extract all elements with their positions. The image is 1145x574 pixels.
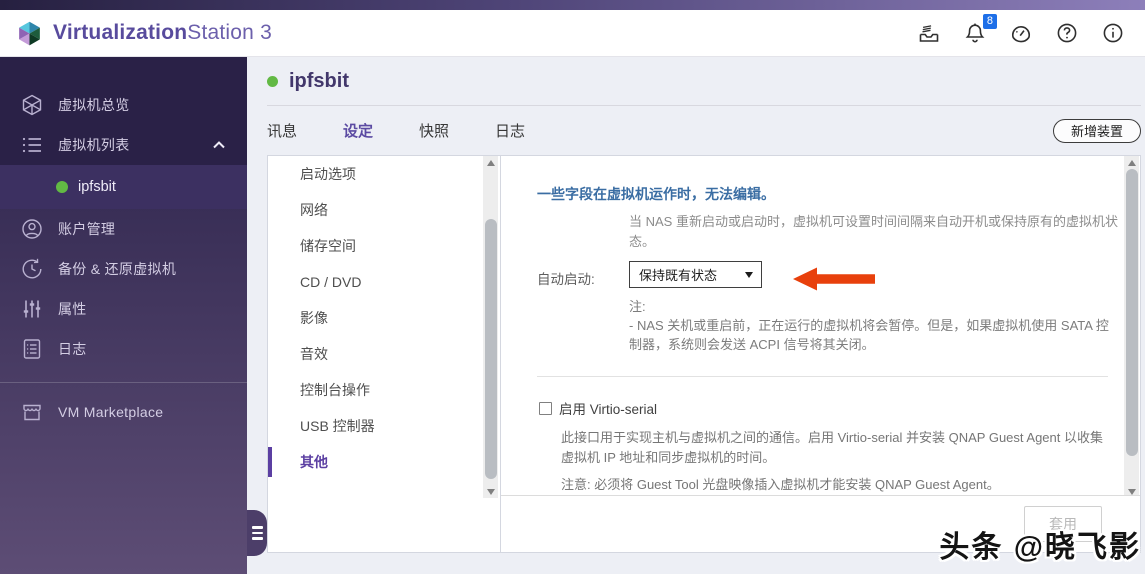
- app-header: VirtualizationStation 3 8: [0, 10, 1145, 57]
- notifications-bell-icon[interactable]: 8: [963, 14, 997, 45]
- settings-nav-panel: 启动选项 网络 储存空间 CD / DVD 影像 音效 控制台操作 USB 控制…: [267, 155, 500, 553]
- virtio-serial-label: 启用 Virtio-serial: [559, 402, 658, 417]
- properties-sliders-icon: [20, 297, 44, 321]
- qnap-cube-logo-icon: [16, 20, 43, 47]
- watermark-text: 头条 @晓飞影: [939, 531, 1141, 564]
- autostart-dropdown-value: 保持既有状态: [639, 268, 718, 283]
- settings-content-panel: 一些字段在虚拟机运作时，无法编辑。 当 NAS 重新启动或启动时，虚拟机可设置时…: [500, 155, 1141, 553]
- help-icon[interactable]: [1055, 21, 1079, 45]
- settings-nav-boot-options[interactable]: 启动选项: [268, 156, 500, 192]
- sidebar-item-label: 账户管理: [58, 221, 116, 237]
- backup-restore-clock-icon: [20, 257, 44, 281]
- header-icon-group: 8: [917, 14, 1125, 45]
- tab-settings[interactable]: 设定: [343, 120, 373, 141]
- sidebar-item-label: 属性: [58, 301, 87, 317]
- sidebar-divider: [0, 382, 247, 383]
- sidebar-item-label: 虚拟机列表: [58, 137, 130, 153]
- section-divider: [537, 376, 1108, 377]
- settings-nav-audio[interactable]: 音效: [268, 336, 500, 372]
- dropdown-caret-icon: [745, 271, 753, 278]
- sidebar-item-properties[interactable]: 属性: [0, 289, 247, 329]
- app-title-regular: Station 3: [187, 21, 272, 44]
- sidebar-nav: 虚拟机总览 虚拟机列表 ipfsbit 账户管理 备份 & 还原虚拟机 属性 日…: [0, 57, 247, 432]
- settings-panels: 启动选项 网络 储存空间 CD / DVD 影像 音效 控制台操作 USB 控制…: [267, 155, 1141, 553]
- autostart-label: 自动启动:: [537, 272, 595, 287]
- settings-nav-usb-controller[interactable]: USB 控制器: [268, 408, 500, 444]
- sidebar-item-label: 日志: [58, 341, 87, 357]
- virtio-serial-note: 注意: 必须将 Guest Tool 光盘映像插入虚拟机才能安装 QNAP Gu…: [561, 477, 1000, 492]
- autostart-dropdown[interactable]: 保持既有状态: [629, 261, 762, 288]
- note-body: - NAS 关机或重启前，正在运行的虚拟机将会暂停。但是，如果虚拟机使用 SAT…: [629, 318, 1109, 352]
- scroll-up-arrow-icon[interactable]: [1124, 156, 1139, 169]
- account-user-icon: [20, 217, 44, 241]
- settings-nav-other[interactable]: 其他: [268, 444, 500, 480]
- sidebar-item-vm-overview[interactable]: 虚拟机总览: [0, 85, 247, 125]
- sidebar-item-label: VM Marketplace: [58, 404, 164, 420]
- annotation-red-arrow-icon: [793, 266, 875, 297]
- app-title-bold: Virtualization: [53, 21, 188, 44]
- sidebar-item-backup-restore[interactable]: 备份 & 还原虚拟机: [0, 249, 247, 289]
- sidebar-item-vm-list[interactable]: 虚拟机列表: [0, 125, 247, 165]
- scroll-up-arrow-icon[interactable]: [483, 156, 498, 169]
- vm-running-status-dot: [56, 181, 68, 193]
- vm-page-title: ipfsbit: [289, 69, 349, 92]
- locked-fields-notice: 一些字段在虚拟机运作时，无法编辑。: [537, 186, 775, 202]
- tab-logs[interactable]: 日志: [495, 120, 525, 141]
- virtio-serial-row: 启用 Virtio-serial: [539, 398, 657, 418]
- settings-nav-scrollbar[interactable]: [483, 156, 498, 498]
- content-scrollbar[interactable]: [1124, 156, 1139, 498]
- scrollbar-thumb[interactable]: [484, 219, 497, 479]
- autostart-description: 当 NAS 重新启动或启动时，虚拟机可设置时间间隔来自动开机或保持原有的虚拟机状…: [629, 214, 1118, 249]
- sidebar-item-account-management[interactable]: 账户管理: [0, 209, 247, 249]
- sidebar-item-vm-ipfsbit[interactable]: ipfsbit: [0, 165, 247, 209]
- tab-bar: 讯息 设定 快照 日志 新增装置: [267, 106, 1141, 155]
- app-title: VirtualizationStation 3: [53, 21, 272, 45]
- settings-nav-network[interactable]: 网络: [268, 192, 500, 228]
- settings-nav-cd-dvd[interactable]: CD / DVD: [268, 264, 500, 300]
- sidebar-item-label: 备份 & 还原虚拟机: [58, 261, 177, 277]
- settings-nav-console[interactable]: 控制台操作: [268, 372, 500, 408]
- scrollbar-thumb[interactable]: [1125, 169, 1138, 456]
- chevron-up-icon[interactable]: [211, 137, 227, 153]
- tab-messages[interactable]: 讯息: [267, 120, 297, 141]
- sidebar-item-logs[interactable]: 日志: [0, 329, 247, 369]
- notification-count-badge: 8: [982, 14, 997, 29]
- autostart-note: 注: - NAS 关机或重启前，正在运行的虚拟机将会暂停。但是，如果虚拟机使用 …: [629, 297, 1119, 354]
- vm-overview-cube-icon: [20, 93, 44, 117]
- add-device-button[interactable]: 新增装置: [1052, 118, 1141, 143]
- marketplace-store-icon: [20, 400, 44, 424]
- virtio-serial-description: 此接口用于实现主机与虚拟机之间的通信。启用 Virtio-serial 并安装 …: [561, 430, 1103, 465]
- sidebar-item-vm-marketplace[interactable]: VM Marketplace: [0, 392, 247, 432]
- virtualization-station-window: VirtualizationStation 3 8 虚拟机总览 虚拟机列表 ip…: [0, 0, 1145, 574]
- top-gradient-bar: [0, 0, 1145, 10]
- about-info-icon[interactable]: [1101, 21, 1125, 45]
- sidebar: 虚拟机总览 虚拟机列表 ipfsbit 账户管理 备份 & 还原虚拟机 属性 日…: [0, 57, 247, 574]
- vm-name-label: ipfsbit: [78, 179, 116, 195]
- settings-nav-storage[interactable]: 储存空间: [268, 228, 500, 264]
- vm-list-icon: [20, 133, 44, 157]
- logs-document-icon: [20, 337, 44, 361]
- background-tasks-icon[interactable]: [917, 21, 941, 45]
- tab-snapshots[interactable]: 快照: [419, 120, 449, 141]
- vm-status-green-dot: [267, 75, 278, 87]
- vm-title-row: ipfsbit: [267, 57, 1141, 105]
- settings-nav-video[interactable]: 影像: [268, 300, 500, 336]
- virtio-serial-checkbox[interactable]: [539, 401, 552, 415]
- scroll-down-arrow-icon[interactable]: [483, 485, 498, 498]
- note-heading: 注:: [629, 299, 646, 314]
- resource-monitor-gauge-icon[interactable]: [1009, 21, 1033, 45]
- sidebar-item-label: 虚拟机总览: [58, 97, 130, 113]
- main-area: ipfsbit 讯息 设定 快照 日志 新增装置 启动选项 网络 储存空间 CD…: [247, 57, 1145, 574]
